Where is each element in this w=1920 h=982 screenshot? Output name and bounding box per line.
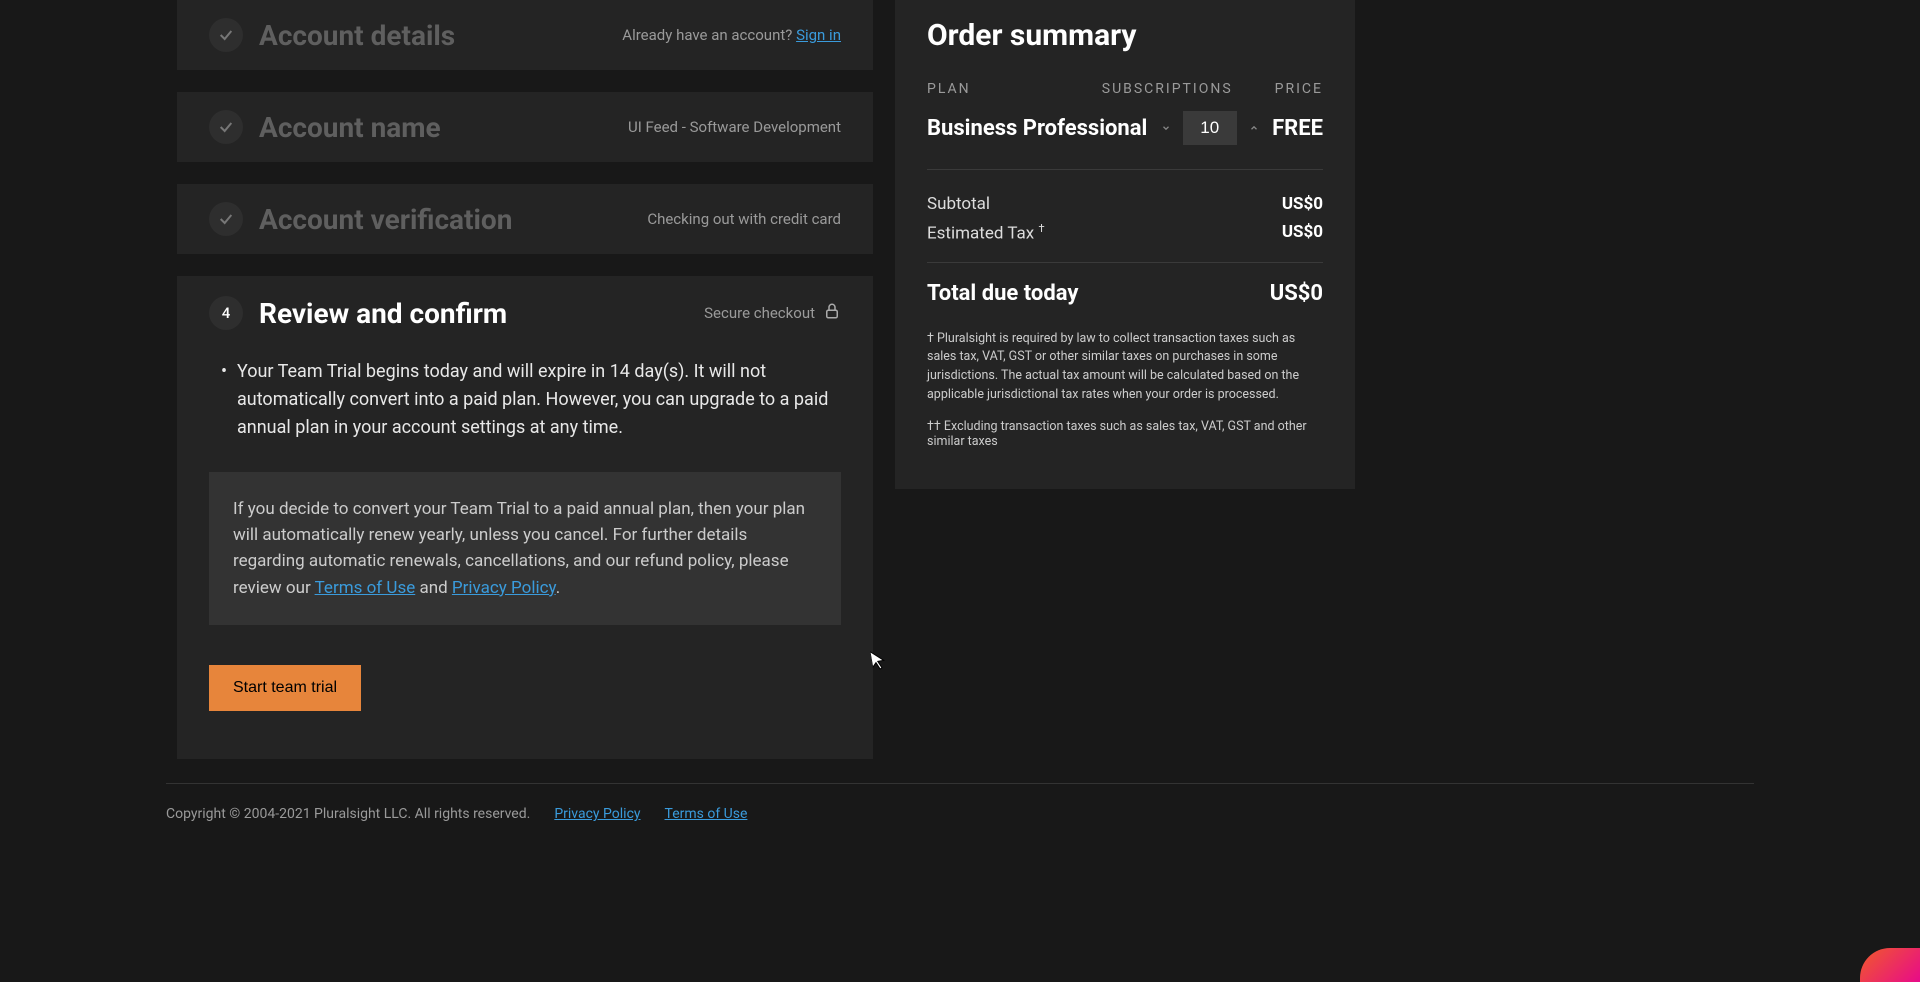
plan-price: FREE bbox=[1272, 116, 1323, 141]
secure-checkout-label: Secure checkout bbox=[704, 302, 841, 324]
verification-method: Checking out with credit card bbox=[647, 210, 841, 228]
check-icon bbox=[209, 18, 243, 52]
footer-terms-link[interactable]: Terms of Use bbox=[665, 806, 748, 822]
step-title: Account name bbox=[259, 111, 441, 144]
step-title: Review and confirm bbox=[259, 297, 507, 330]
header-subscriptions: SUBSCRIPTIONS bbox=[1102, 81, 1233, 97]
estimated-tax-value: US$0 bbox=[1282, 222, 1323, 244]
order-summary-panel: Order summary PLAN SUBSCRIPTIONS PRICE B… bbox=[895, 0, 1355, 489]
divider bbox=[927, 262, 1323, 263]
sign-in-link[interactable]: Sign in bbox=[796, 26, 841, 44]
step-review-confirm: 4 Review and confirm Secure checkout You… bbox=[177, 276, 873, 759]
header-price: PRICE bbox=[1275, 81, 1323, 97]
step-account-name: Account name UI Feed - Software Developm… bbox=[177, 92, 873, 162]
terms-of-use-link[interactable]: Terms of Use bbox=[315, 578, 416, 598]
copyright-text: Copyright © 2004-2021 Pluralsight LLC. A… bbox=[166, 806, 530, 822]
total-due-label: Total due today bbox=[927, 281, 1078, 306]
subtotal-value: US$0 bbox=[1282, 194, 1323, 214]
trial-description: Your Team Trial begins today and will ex… bbox=[237, 358, 841, 442]
quantity-stepper bbox=[1155, 111, 1265, 145]
step-account-details: Account details Already have an account?… bbox=[177, 0, 873, 70]
step-title: Account details bbox=[259, 19, 455, 52]
lock-icon bbox=[823, 302, 841, 324]
tax-footnote-2: †† Excluding transaction taxes such as s… bbox=[927, 419, 1323, 449]
decrement-button[interactable] bbox=[1155, 117, 1177, 139]
subtotal-label: Subtotal bbox=[927, 194, 990, 214]
chat-bubble-button[interactable] bbox=[1860, 948, 1920, 982]
account-name-value: UI Feed - Software Development bbox=[628, 118, 841, 136]
check-icon bbox=[209, 202, 243, 236]
start-team-trial-button[interactable]: Start team trial bbox=[209, 665, 361, 711]
tax-footnote-1: † Pluralsight is required by law to coll… bbox=[927, 330, 1323, 405]
signin-prompt: Already have an account? Sign in bbox=[622, 26, 841, 44]
renewal-info-box: If you decide to convert your Team Trial… bbox=[209, 472, 841, 625]
increment-button[interactable] bbox=[1243, 117, 1265, 139]
plan-name: Business Professional bbox=[927, 116, 1147, 141]
privacy-policy-link[interactable]: Privacy Policy bbox=[452, 578, 556, 598]
check-icon bbox=[209, 110, 243, 144]
order-summary-title: Order summary bbox=[927, 18, 1323, 53]
step-number-badge: 4 bbox=[209, 296, 243, 330]
estimated-tax-label: Estimated Tax † bbox=[927, 222, 1045, 244]
footer-privacy-link[interactable]: Privacy Policy bbox=[554, 806, 640, 822]
quantity-input[interactable] bbox=[1183, 111, 1237, 145]
header-plan: PLAN bbox=[927, 81, 971, 97]
step-account-verification: Account verification Checking out with c… bbox=[177, 184, 873, 254]
step-title: Account verification bbox=[259, 203, 512, 236]
total-due-value: US$0 bbox=[1270, 281, 1323, 306]
